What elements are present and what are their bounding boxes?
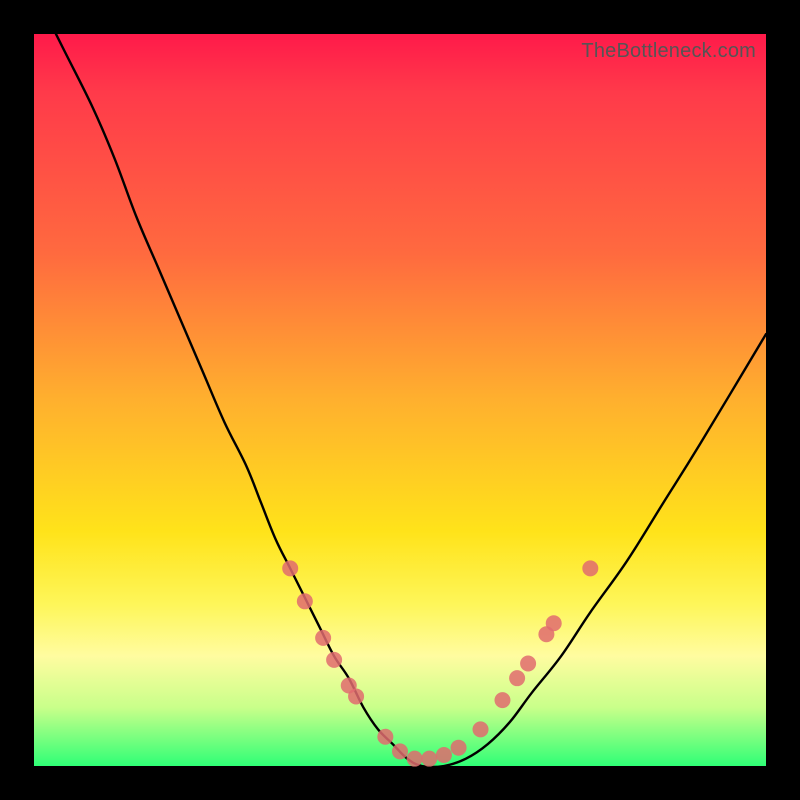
highlight-dot (297, 593, 313, 609)
highlight-dot (407, 751, 423, 767)
highlight-dot (509, 670, 525, 686)
highlight-dot (520, 656, 536, 672)
bottleneck-curve (34, 0, 766, 767)
highlight-dot (546, 615, 562, 631)
highlight-dot (348, 688, 364, 704)
highlight-dot (392, 743, 408, 759)
highlight-dot (282, 560, 298, 576)
highlight-dot (473, 721, 489, 737)
highlight-dot (436, 747, 452, 763)
chart-stage: TheBottleneck.com (0, 0, 800, 800)
highlight-dots (282, 560, 598, 766)
highlight-dot (326, 652, 342, 668)
highlight-dot (377, 729, 393, 745)
highlight-dot (494, 692, 510, 708)
highlight-dot (582, 560, 598, 576)
plot-area: TheBottleneck.com (34, 34, 766, 766)
curve-svg (34, 34, 766, 766)
highlight-dot (421, 751, 437, 767)
highlight-dot (315, 630, 331, 646)
highlight-dot (451, 740, 467, 756)
